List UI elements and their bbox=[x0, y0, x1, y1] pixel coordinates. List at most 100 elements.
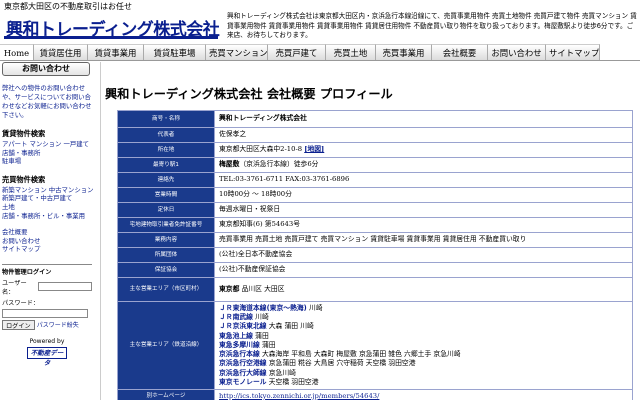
sidebar-misc-links: 会社概要 お問い合わせ サイトマップ bbox=[2, 228, 94, 254]
login-box: 物件管理ログイン ユーザー名： パスワード： ログイン パスワード紛失 bbox=[2, 263, 92, 330]
railway-stations: 京急川崎 bbox=[268, 368, 296, 377]
phone-fax-value: TEL:03-3761-6711 FAX:03-3761-6896 bbox=[214, 172, 633, 188]
sidebar: お問い合わせ 弊社への物件のお問い合わせや、サービスについてお問い合わせなどお気… bbox=[2, 62, 94, 400]
railway-stations: 天空橋 羽田空港 bbox=[268, 377, 319, 386]
sidebar-link-contact[interactable]: お問い合わせ bbox=[2, 237, 94, 246]
nav-rental-parking[interactable]: 賃貸駐車場 bbox=[144, 44, 206, 60]
forgot-password-link[interactable]: パスワード紛失 bbox=[37, 320, 79, 329]
sidebar-link-sale-business[interactable]: 店舗・事務所・ビル・事業用 bbox=[2, 212, 94, 221]
login-actions: ログイン パスワード紛失 bbox=[2, 319, 92, 330]
railway-stations: 京急蒲田 糀谷 大鳥居 穴守稲荷 天空橋 羽田空港 bbox=[268, 359, 416, 368]
login-button[interactable]: ログイン bbox=[2, 319, 35, 330]
table-row: 主な営業エリア（鉄道沿線） ＪＲ東海道本線(東京～熱海) 川崎 ＪＲ南武線 川崎… bbox=[117, 301, 633, 390]
railway-line-item: 東京モノレール 天空橋 羽田空港 bbox=[219, 378, 628, 387]
station-detail: （京浜急行本線）徒歩6分 bbox=[239, 160, 319, 169]
railway-stations: 川崎 bbox=[255, 313, 269, 322]
table-row: 所在地 東京都大田区大森中2-10-8 [地図] bbox=[117, 142, 633, 158]
holiday-value: 毎週水曜日・祝祭日 bbox=[214, 202, 633, 218]
railway-stations: 川崎 bbox=[308, 304, 323, 313]
table-row: 定休日 毎週水曜日・祝祭日 bbox=[117, 202, 633, 218]
table-row: 業務内容 売買事業用 売買土地 売買戸建て 売買マンション 賃貸駐車場 賃貸事業… bbox=[117, 232, 633, 248]
login-password-label-row: パスワード： bbox=[2, 298, 92, 307]
nav-home[interactable]: Home bbox=[0, 44, 34, 60]
railway-stations: 蒲田 bbox=[261, 340, 276, 349]
railway-line-name: 東急多摩川線 bbox=[219, 340, 260, 349]
sale-search-links: 新築マンション 中古マンション 新築戸建て・中古戸建て 土地 店舗・事務所・ビル… bbox=[2, 186, 94, 220]
nav-sale-land[interactable]: 売買土地 bbox=[326, 44, 376, 60]
table-row: 最寄り駅1 梅屋敷（京浜急行本線）徒歩6分 bbox=[117, 157, 633, 173]
railway-lines-value: ＪＲ東海道本線(東京～熱海) 川崎 ＪＲ南武線 川崎 ＪＲ京浜東北線 大森 蒲田… bbox=[214, 301, 633, 390]
railway-line-name: ＪＲ南武線 bbox=[219, 313, 253, 322]
password-label: パスワード： bbox=[2, 299, 40, 307]
nav-rental-residential[interactable]: 賃貸居住用 bbox=[34, 44, 88, 60]
map-link[interactable]: [地図] bbox=[304, 145, 324, 153]
sidebar-link-company[interactable]: 会社概要 bbox=[2, 228, 94, 237]
sidebar-link-rental-shop[interactable]: 店舗・事務所 bbox=[2, 149, 94, 158]
page-title: 興和トレーディング株式会社 会社概要 プロフィール bbox=[105, 87, 393, 101]
sidebar-link-rental-parking[interactable]: 駐車場 bbox=[2, 157, 94, 166]
sidebar-link-sitemap[interactable]: サイトマップ bbox=[2, 245, 94, 254]
railway-line-name: 東京モノレール bbox=[219, 377, 267, 386]
row-label: 所在地 bbox=[117, 142, 215, 158]
nav-sale-mansion[interactable]: 売買マンション bbox=[206, 44, 268, 60]
nav-company-profile[interactable]: 会社概要 bbox=[432, 44, 488, 60]
railway-line-item: 東急池上線 蒲田 bbox=[219, 332, 628, 341]
sidebar-link-sale-house[interactable]: 新築戸建て・中古戸建て bbox=[2, 194, 94, 203]
row-label: 主な営業エリア（市区町村） bbox=[117, 277, 215, 302]
table-row: 別ホームページ http://ics.tokyo.zennichi.or.jp/… bbox=[117, 389, 633, 400]
row-value: 東京都大田区大森中2-10-8 [地図] bbox=[214, 142, 633, 158]
logo-underline bbox=[4, 36, 218, 39]
row-label: 連絡先 bbox=[117, 172, 215, 188]
railway-stations: 大森海岸 平和島 大森町 梅屋敷 京急蒲田 雑色 六郷土手 京急川崎 bbox=[261, 350, 461, 359]
table-row: 所属団体 (公社)全日本不動産協会 bbox=[117, 247, 633, 263]
main-content: 興和トレーディング株式会社 会社概要 プロフィール 商号・名称 興和トレーディン… bbox=[100, 62, 640, 400]
nav-rental-business[interactable]: 賃貸事業用 bbox=[88, 44, 144, 60]
row-value: 東京都 品川区 大田区 bbox=[214, 277, 633, 302]
row-label: 保証協会 bbox=[117, 262, 215, 278]
nav-contact[interactable]: お問い合わせ bbox=[488, 44, 546, 60]
contact-button[interactable]: お問い合わせ bbox=[2, 62, 90, 76]
company-profile-table: 商号・名称 興和トレーディング株式会社 代表者 佐保孝之 所在地 東京都大田区大… bbox=[117, 110, 633, 400]
railway-line-item: 京浜急行本線 大森海岸 平和島 大森町 梅屋敷 京急蒲田 雑色 六郷土手 京急川… bbox=[219, 350, 628, 359]
nav-sale-house[interactable]: 売買戸建て bbox=[268, 44, 326, 60]
row-label: 所属団体 bbox=[117, 247, 215, 263]
association-value: (公社)全日本不動産協会 bbox=[214, 247, 633, 263]
row-label: 最寄り駅1 bbox=[117, 157, 215, 173]
row-label: 営業時間 bbox=[117, 187, 215, 203]
powered-by-logo[interactable]: 不動産データ bbox=[27, 346, 67, 367]
site-tagline: 東京都大田区の不動産取引はお任せ bbox=[4, 2, 132, 11]
address-value: 東京都大田区大森中2-10-8 bbox=[219, 145, 303, 154]
table-row: 宅地建物取引業者免許証番号 東京都知事(6) 第54643号 bbox=[117, 217, 633, 233]
table-row: 代表者 佐保孝之 bbox=[117, 127, 633, 143]
railway-line-item: 京浜急行空港線 京急蒲田 糀谷 大鳥居 穴守稲荷 天空橋 羽田空港 bbox=[219, 359, 628, 368]
license-value: 東京都知事(6) 第54643号 bbox=[214, 217, 633, 233]
powered-by: Powered by 不動産データ bbox=[2, 337, 92, 367]
table-row: 保証協会 (公社)不動産保証協会 bbox=[117, 262, 633, 278]
representative-value: 佐保孝之 bbox=[214, 127, 633, 143]
row-label: 主な営業エリア（鉄道沿線） bbox=[117, 301, 215, 390]
username-input[interactable] bbox=[38, 282, 92, 292]
powered-by-label: Powered by bbox=[29, 337, 65, 345]
sidebar-link-rental-residential[interactable]: アパート マンション 一戸建て bbox=[2, 140, 94, 149]
row-label: 宅地建物取引業者免許証番号 bbox=[117, 217, 215, 233]
area-value: 品川区 大田区 bbox=[241, 284, 285, 293]
railway-line-item: ＪＲ東海道本線(東京～熱海) 川崎 bbox=[219, 304, 628, 313]
nav-sale-business[interactable]: 売買事業用 bbox=[376, 44, 432, 60]
row-label: 別ホームページ bbox=[117, 389, 215, 400]
nav-sitemap[interactable]: サイトマップ bbox=[546, 44, 600, 60]
sidebar-link-sale-land[interactable]: 土地 bbox=[2, 203, 94, 212]
hours-value: 10時00分 ～ 18時00分 bbox=[214, 187, 633, 203]
area-prefecture: 東京都 bbox=[219, 284, 240, 293]
row-value: http://ics.tokyo.zennichi.or.jp/members/… bbox=[214, 389, 633, 400]
main-nav: Home 賃貸居住用 賃貸事業用 賃貸駐車場 売買マンション 売買戸建て 売買土… bbox=[0, 44, 640, 61]
railway-line-name: 京浜急行空港線 bbox=[219, 359, 267, 368]
railway-line-name: ＪＲ東海道本線(東京～熱海) bbox=[219, 304, 307, 313]
password-input[interactable] bbox=[2, 308, 88, 318]
login-password-row bbox=[2, 308, 92, 318]
table-row: 連絡先 TEL:03-3761-6711 FAX:03-3761-6896 bbox=[117, 172, 633, 188]
row-label: 定休日 bbox=[117, 202, 215, 218]
homepage-link[interactable]: http://ics.tokyo.zennichi.or.jp/members/… bbox=[219, 392, 379, 400]
contact-description[interactable]: 弊社への物件のお問い合わせや、サービスについてお問い合わせなどお気軽にお問い合わ… bbox=[2, 84, 92, 120]
row-value: 梅屋敷（京浜急行本線）徒歩6分 bbox=[214, 157, 633, 173]
rental-search-heading: 賃貸物件検索 bbox=[2, 129, 46, 138]
